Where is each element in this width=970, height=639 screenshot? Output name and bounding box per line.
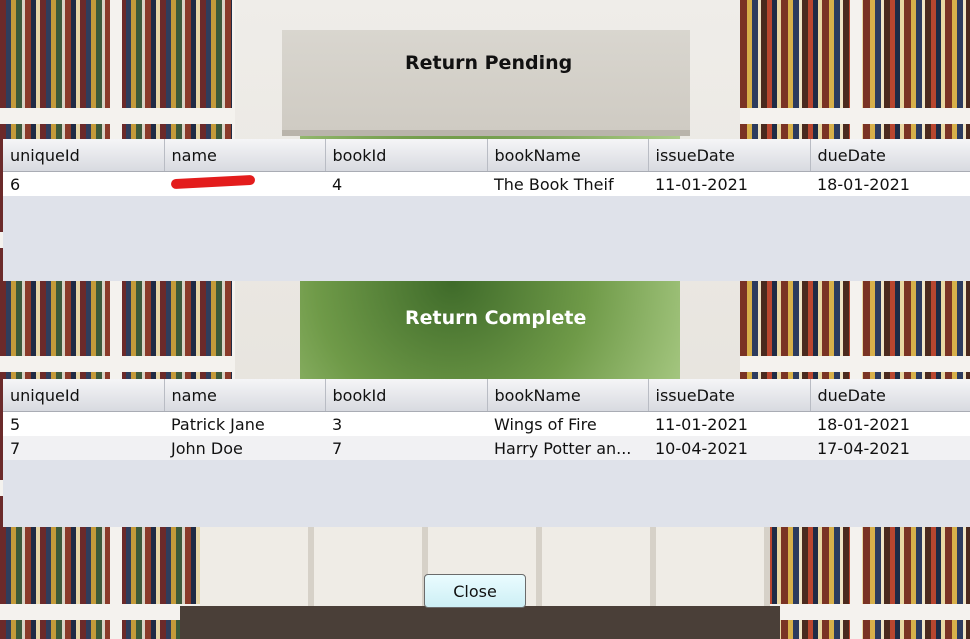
return-complete-title: Return Complete bbox=[405, 307, 587, 329]
cell-uniqueid: 5 bbox=[10, 414, 21, 434]
cell-duedate: 18-01-2021 bbox=[817, 414, 910, 434]
cell-issuedate: 10-04-2021 bbox=[655, 438, 748, 458]
cell-name bbox=[164, 172, 325, 197]
return-complete-table[interactable]: uniqueId name bookId bookName issueDate … bbox=[3, 379, 970, 527]
cell-uniqueid: 7 bbox=[10, 438, 21, 458]
column-header-issuedate[interactable]: issueDate bbox=[648, 379, 811, 412]
cell-bookid: 7 bbox=[332, 438, 343, 458]
cell-bookname: Wings of Fire bbox=[494, 414, 597, 434]
return-pending-table[interactable]: uniqueId name bookId bookName issueDate … bbox=[3, 139, 970, 281]
cell-issuedate: 11-01-2021 bbox=[655, 174, 748, 194]
cell-duedate: 18-01-2021 bbox=[817, 174, 910, 194]
cell-name: John Doe bbox=[171, 438, 243, 458]
right-bookshelf bbox=[740, 0, 970, 639]
cell-issuedate: 11-01-2021 bbox=[655, 414, 748, 434]
cell-duedate: 17-04-2021 bbox=[817, 438, 910, 458]
cell-bookname: Harry Potter an... bbox=[494, 438, 632, 458]
column-header-bookid[interactable]: bookId bbox=[325, 379, 488, 412]
column-header-duedate[interactable]: dueDate bbox=[810, 379, 970, 412]
table-header-row: uniqueId name bookId bookName issueDate … bbox=[3, 379, 970, 412]
redaction-mark bbox=[170, 174, 256, 190]
column-header-duedate[interactable]: dueDate bbox=[810, 139, 970, 172]
cell-bookid: 4 bbox=[332, 174, 343, 194]
table-row[interactable]: 5 Patrick Jane 3 Wings of Fire 11-01-202… bbox=[3, 411, 970, 436]
column-header-bookname[interactable]: bookName bbox=[487, 139, 649, 172]
column-header-bookname[interactable]: bookName bbox=[487, 379, 649, 412]
column-header-name[interactable]: name bbox=[164, 379, 326, 412]
column-header-uniqueid[interactable]: uniqueId bbox=[3, 379, 165, 412]
table-row[interactable]: 6 4 The Book Theif 11-01-2021 18-01-2021 bbox=[3, 171, 970, 197]
cell-uniqueid: 6 bbox=[10, 174, 21, 194]
column-header-name[interactable]: name bbox=[164, 139, 326, 172]
cell-name: Patrick Jane bbox=[171, 414, 265, 434]
table-row[interactable]: 7 John Doe 7 Harry Potter an... 10-04-20… bbox=[3, 436, 970, 460]
return-pending-title: Return Pending bbox=[405, 52, 573, 74]
close-button[interactable]: Close bbox=[424, 574, 526, 608]
window-blind bbox=[282, 30, 690, 136]
column-header-uniqueid[interactable]: uniqueId bbox=[3, 139, 165, 172]
floor bbox=[180, 606, 780, 639]
cell-bookname: The Book Theif bbox=[494, 174, 614, 194]
cell-bookid: 3 bbox=[332, 414, 343, 434]
column-header-bookid[interactable]: bookId bbox=[325, 139, 488, 172]
table-header-row: uniqueId name bookId bookName issueDate … bbox=[3, 139, 970, 172]
column-header-issuedate[interactable]: issueDate bbox=[648, 139, 811, 172]
